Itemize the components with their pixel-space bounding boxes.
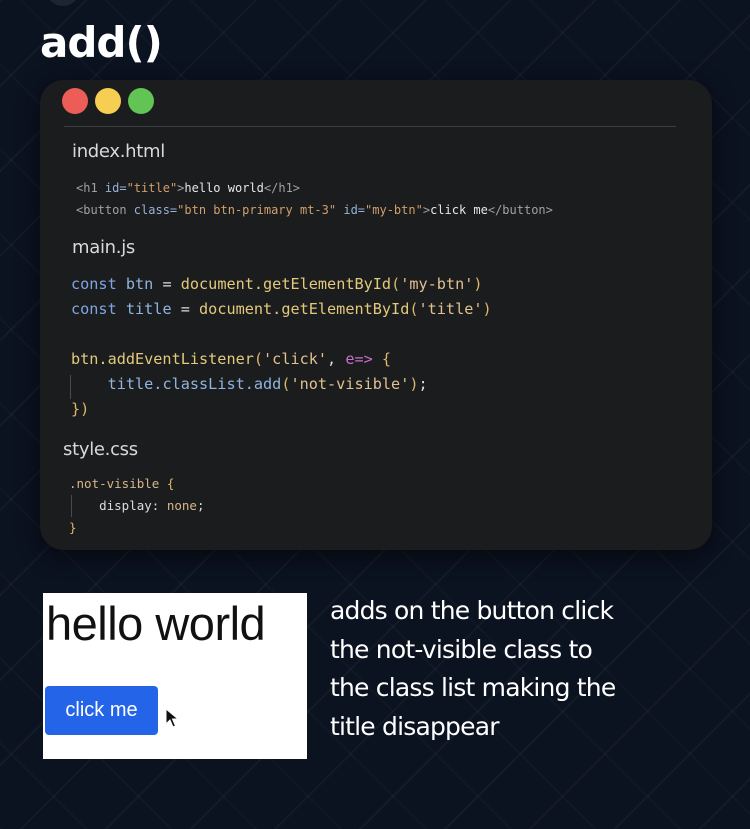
code-token: ( [391, 275, 401, 293]
code-line: btn.addEventListener('click', e=> { [71, 347, 492, 372]
code-token: <button [76, 203, 134, 217]
description-line: adds on the button click [330, 596, 614, 625]
code-token: "title" [126, 181, 178, 195]
indent-guide [71, 495, 72, 517]
code-token: ( [409, 300, 419, 318]
file-label-css: style.css [63, 439, 138, 460]
code-window: index.html <h1 id="title">hello world</h… [40, 80, 712, 550]
code-token: ) [482, 300, 492, 318]
code-token: }) [71, 400, 90, 418]
code-token: "btn btn-primary mt-3" [177, 203, 337, 217]
code-token: display [99, 498, 152, 513]
indent-guide [70, 375, 71, 399]
code-token: = [153, 275, 181, 293]
code-token: title.classList.add [107, 375, 282, 393]
code-token: { [166, 476, 175, 491]
minimize-dot-icon [95, 88, 121, 114]
code-token: "my-btn" [365, 203, 423, 217]
code-token: hello world [184, 181, 264, 195]
code-token: document.getElementById [199, 300, 410, 318]
code-token: 'my-btn' [400, 275, 474, 293]
code-block-css: .not-visible { display: none;} [69, 473, 205, 539]
code-block-html: <h1 id="title">hello world</h1> <button c… [76, 177, 553, 221]
code-token: </button> [487, 203, 553, 217]
code-token: const [71, 300, 126, 318]
code-token: id= [104, 181, 127, 195]
code-token: : [151, 498, 167, 513]
code-token: 'title' [418, 300, 483, 318]
code-line: const btn = document.getElementById('my-… [71, 272, 492, 297]
description-line: the not-visible class to [330, 634, 593, 664]
code-token: title [125, 300, 172, 318]
code-token: 'not-visible' [290, 375, 410, 393]
code-token: click me [430, 203, 488, 217]
code-token: = [171, 300, 200, 318]
code-token: > [422, 203, 431, 217]
preview-heading: hello world [46, 597, 266, 650]
code-block-js: const btn = document.getElementById('my-… [71, 272, 492, 422]
close-dot-icon [62, 88, 88, 114]
click-me-button[interactable]: click me [45, 686, 158, 735]
code-token: ( [253, 350, 264, 368]
code-token: document.getElementById [180, 275, 392, 293]
code-token: const [71, 275, 126, 293]
code-line: const title = document.getElementById('t… [71, 297, 492, 322]
page-title: add() [40, 18, 163, 67]
code-line: <h1 id="title">hello world</h1> [76, 177, 553, 199]
code-line: }) [71, 397, 492, 422]
window-divider [64, 126, 676, 127]
code-token: , [327, 350, 346, 368]
code-token: <h1 [76, 181, 105, 195]
code-token: e=> [345, 350, 373, 368]
code-token: 'click' [263, 350, 328, 368]
code-token: { [372, 350, 392, 368]
code-line: display: none; [69, 495, 205, 517]
code-token: none [166, 498, 197, 513]
code-token: btn.addEventListener [71, 350, 254, 368]
code-line: .not-visible { [69, 473, 205, 495]
code-token: .not-visible [69, 476, 167, 491]
code-line: } [69, 517, 205, 539]
code-token: ) [409, 375, 419, 393]
code-token: ) [473, 275, 483, 293]
description-line: title disappear [330, 711, 500, 741]
code-token: btn [125, 275, 154, 293]
file-label-js: main.js [72, 237, 135, 258]
description-line: the class list making the [330, 673, 616, 702]
file-label-html: index.html [72, 141, 165, 162]
code-line: <button class="btn btn-primary mt-3" id=… [76, 199, 553, 221]
maximize-dot-icon [128, 88, 154, 114]
browser-preview: hello world click me [43, 593, 307, 759]
code-token: </h1> [263, 181, 301, 195]
code-token: } [69, 520, 77, 535]
code-token: ; [418, 375, 428, 393]
code-token: id= [343, 203, 366, 217]
description-text: adds on the button click the not-visible … [330, 592, 740, 746]
mouse-pointer-icon [165, 708, 179, 728]
code-token: class= [133, 203, 178, 217]
code-line: title.classList.add('not-visible'); [71, 372, 492, 397]
code-token: ; [196, 498, 205, 513]
